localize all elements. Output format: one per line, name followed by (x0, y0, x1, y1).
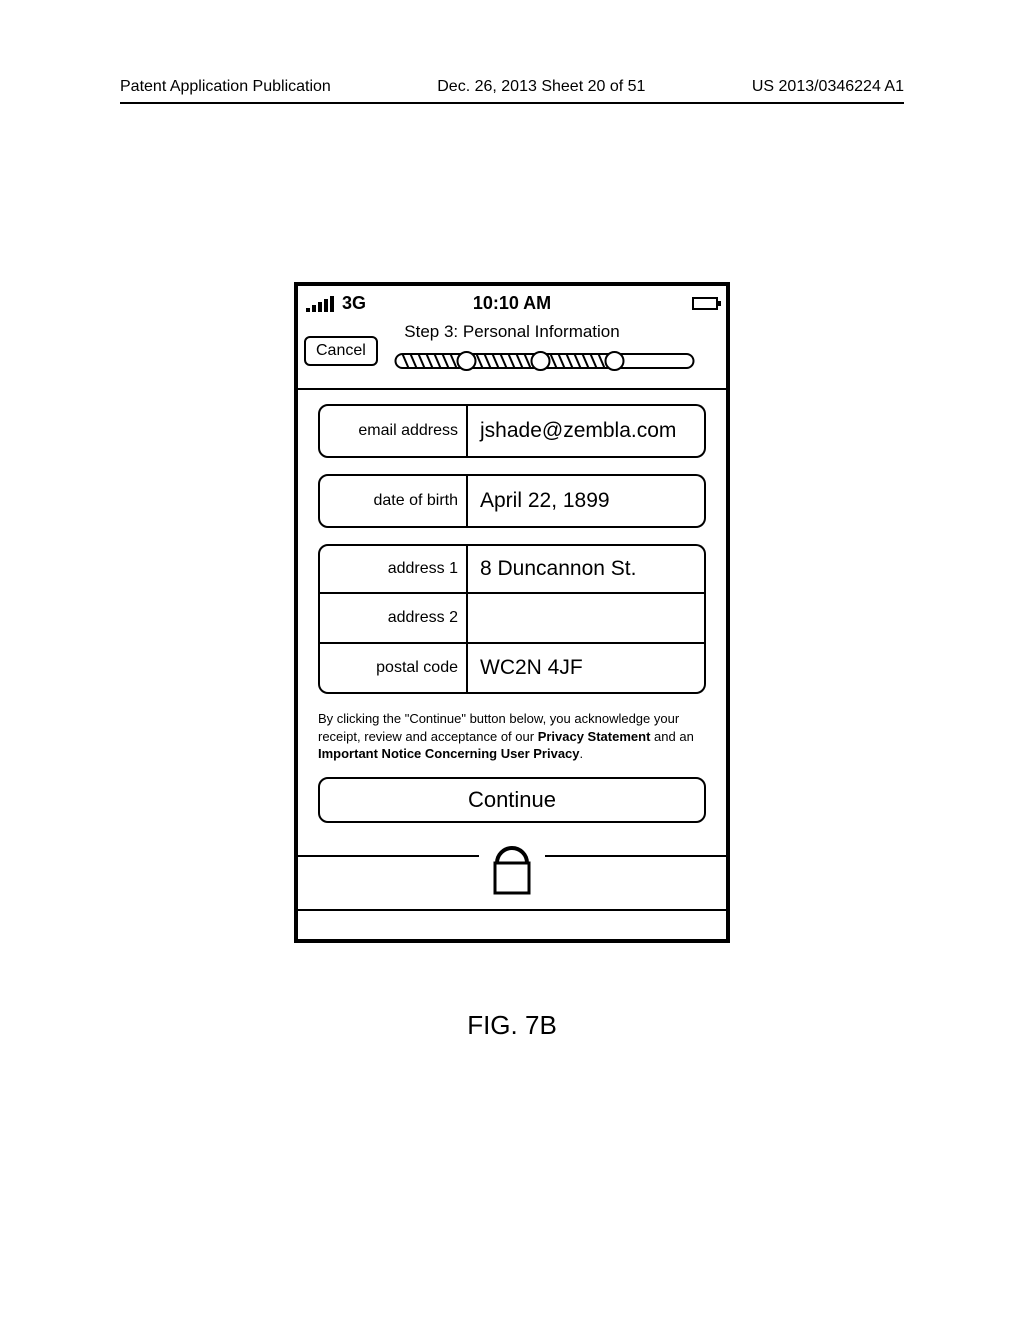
header-right: US 2013/0346224 A1 (752, 78, 904, 96)
form: email address jshade@zembla.com date of … (298, 388, 726, 885)
header-left: Patent Application Publication (120, 78, 331, 96)
address2-label: address 2 (318, 594, 468, 644)
dob-label: date of birth (318, 474, 468, 528)
email-field[interactable]: jshade@zembla.com (468, 404, 706, 458)
postal-field[interactable]: WC2N 4JF (468, 644, 706, 694)
email-row: email address jshade@zembla.com (318, 404, 706, 458)
dob-row: date of birth April 22, 1899 (318, 474, 706, 528)
phone-frame: 3G 10:10 AM Step 3: Personal Information… (294, 282, 730, 943)
figure-label: FIG. 7B (0, 1010, 1024, 1041)
address1-field[interactable]: 8 Duncannon St. (468, 544, 706, 594)
patent-header: Patent Application Publication Dec. 26, … (120, 78, 904, 104)
disclaimer-mid: and an (650, 729, 693, 744)
address-group: address 1 8 Duncannon St. address 2 post… (318, 544, 706, 694)
address2-field[interactable] (468, 594, 706, 644)
disclaimer-post: . (580, 746, 584, 761)
postal-label: postal code (318, 644, 468, 694)
cancel-button[interactable]: Cancel (304, 336, 378, 366)
status-bar: 3G 10:10 AM (298, 286, 726, 318)
continue-button[interactable]: Continue (318, 777, 706, 823)
header-center: Dec. 26, 2013 Sheet 20 of 51 (437, 78, 645, 96)
battery-icon (692, 297, 718, 310)
dob-field[interactable]: April 22, 1899 (468, 474, 706, 528)
lock-icon (479, 833, 545, 902)
progress-bar (393, 350, 696, 372)
privacy-disclaimer: By clicking the "Continue" button below,… (318, 710, 706, 763)
privacy-notice-link[interactable]: Important Notice Concerning User Privacy (318, 746, 580, 761)
nav-bar: Step 3: Personal Information Cancel (298, 318, 726, 388)
email-label: email address (318, 404, 468, 458)
privacy-statement-link[interactable]: Privacy Statement (538, 729, 651, 744)
bottom-area (298, 855, 726, 939)
clock: 10:10 AM (298, 293, 726, 314)
address1-label: address 1 (318, 544, 468, 594)
